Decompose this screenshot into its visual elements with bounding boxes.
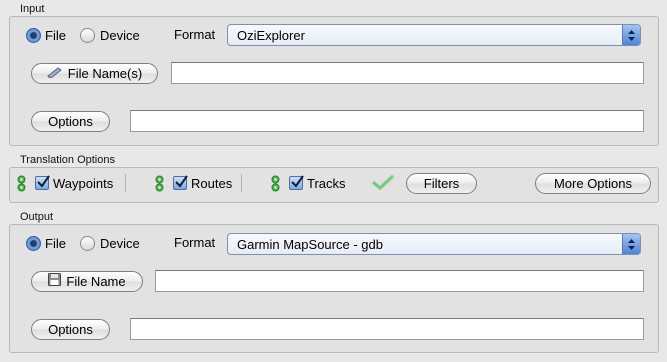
output-device-radio[interactable] bbox=[80, 236, 95, 251]
tracks-label: Tracks bbox=[307, 176, 346, 191]
output-filename-button[interactable]: File Name bbox=[31, 271, 143, 292]
translation-section-title: Translation Options bbox=[20, 154, 115, 166]
input-format-select[interactable]: OziExplorer bbox=[227, 24, 641, 46]
input-options-button-label: Options bbox=[48, 114, 93, 129]
output-device-label: Device bbox=[100, 236, 140, 251]
input-device-radio[interactable] bbox=[80, 28, 95, 43]
more-options-button-label: More Options bbox=[553, 176, 633, 191]
output-options-button[interactable]: Options bbox=[31, 319, 110, 340]
input-device-label: Device bbox=[100, 28, 140, 43]
input-options-field[interactable] bbox=[130, 110, 644, 132]
floppy-disk-icon bbox=[48, 272, 62, 291]
output-format-select[interactable]: Garmin MapSource - gdb bbox=[227, 233, 641, 255]
filters-button[interactable]: Filters bbox=[406, 173, 477, 194]
tracks-gear-icon[interactable] bbox=[270, 175, 281, 192]
input-filename-field[interactable] bbox=[171, 62, 644, 84]
output-format-value: Garmin MapSource - gdb bbox=[237, 237, 383, 252]
checkmark-icon bbox=[37, 175, 50, 188]
output-options-button-label: Options bbox=[48, 322, 93, 337]
separator bbox=[241, 174, 242, 192]
input-filename-button[interactable]: File Name(s) bbox=[31, 63, 158, 84]
input-format-label: Format bbox=[174, 27, 216, 42]
pencil-icon bbox=[46, 64, 63, 83]
separator bbox=[125, 174, 126, 192]
checkmark-icon bbox=[291, 175, 304, 188]
routes-gear-icon[interactable] bbox=[154, 175, 165, 192]
input-filename-button-label: File Name(s) bbox=[67, 66, 143, 81]
output-filename-field[interactable] bbox=[155, 270, 644, 292]
output-file-radio[interactable] bbox=[26, 236, 41, 251]
input-file-label: File bbox=[45, 28, 66, 43]
waypoints-checkbox[interactable] bbox=[35, 175, 50, 190]
chevron-updown-icon bbox=[622, 25, 640, 45]
output-format-label: Format bbox=[174, 235, 216, 250]
filter-checkmark-icon bbox=[372, 175, 394, 190]
input-section-title: Input bbox=[20, 3, 45, 15]
output-section-title: Output bbox=[20, 211, 54, 223]
output-file-label: File bbox=[45, 236, 66, 251]
input-file-radio[interactable] bbox=[26, 28, 41, 43]
routes-label: Routes bbox=[191, 176, 233, 191]
more-options-button[interactable]: More Options bbox=[535, 173, 651, 194]
input-format-value: OziExplorer bbox=[237, 28, 305, 43]
filters-button-label: Filters bbox=[423, 176, 460, 191]
output-filename-button-label: File Name bbox=[66, 274, 126, 289]
output-options-field[interactable] bbox=[130, 318, 644, 340]
routes-checkbox[interactable] bbox=[173, 175, 188, 190]
waypoints-gear-icon[interactable] bbox=[16, 175, 27, 192]
tracks-checkbox[interactable] bbox=[289, 175, 304, 190]
chevron-updown-icon bbox=[622, 234, 640, 254]
checkmark-icon bbox=[175, 175, 188, 188]
waypoints-label: Waypoints bbox=[53, 176, 114, 191]
input-options-button[interactable]: Options bbox=[31, 111, 110, 132]
